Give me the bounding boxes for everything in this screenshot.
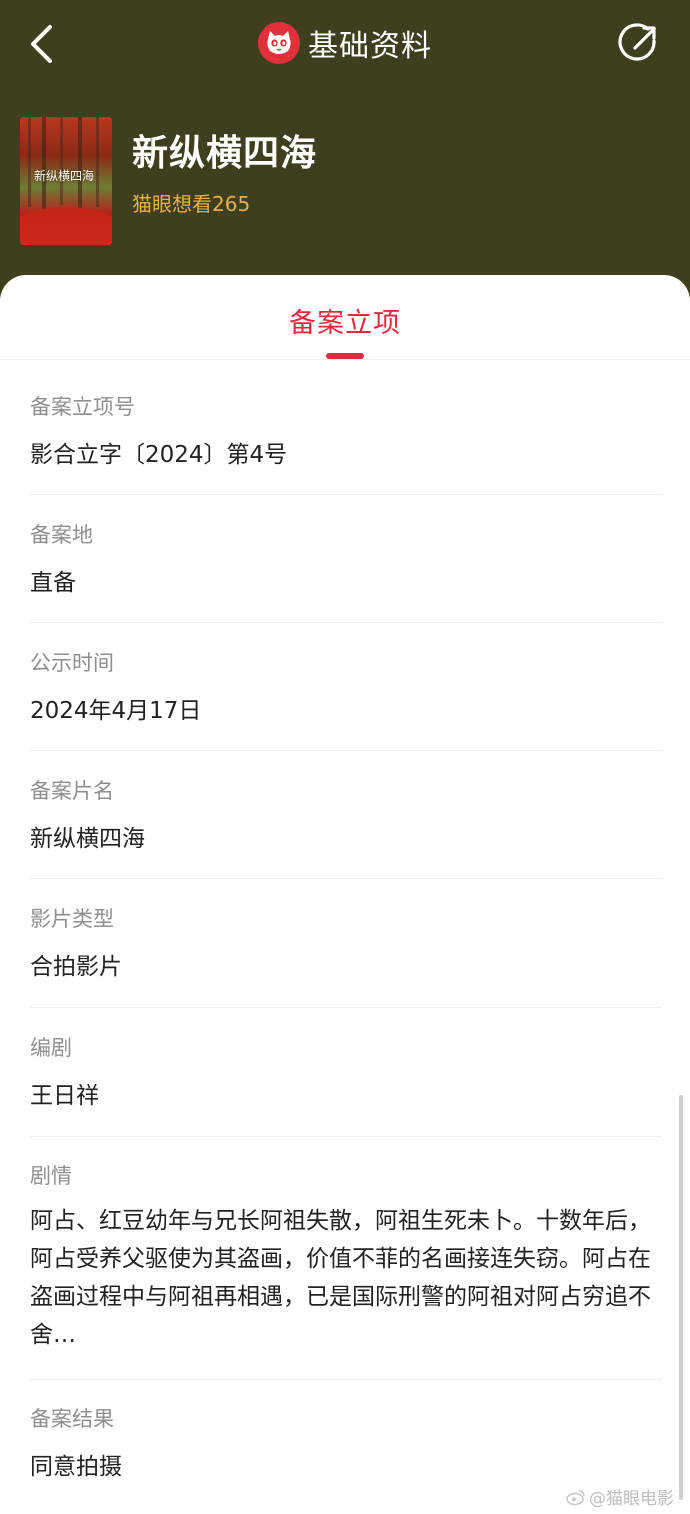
poster-title: 新纵横四海 bbox=[34, 169, 95, 183]
field-value: 王日祥 bbox=[30, 1083, 99, 1109]
page-title-group: 基础资料 bbox=[0, 20, 690, 66]
movie-name: 新纵横四海 bbox=[132, 133, 318, 174]
field-label: 备案片名 bbox=[30, 779, 114, 803]
divider bbox=[30, 1379, 662, 1380]
field-label: 备案地 bbox=[30, 523, 93, 547]
field-filing-place: 备案地 直备 bbox=[30, 519, 662, 597]
field-screenwriter: 编剧 王日祥 bbox=[30, 1032, 662, 1110]
field-filing-number: 备案立项号 影合立字〔2024〕第4号 bbox=[30, 391, 662, 469]
divider bbox=[30, 1007, 662, 1008]
field-publish-date: 公示时间 2024年4月17日 bbox=[30, 647, 662, 725]
movie-poster[interactable]: 新纵横四海 bbox=[20, 117, 112, 245]
weibo-icon bbox=[566, 1489, 585, 1505]
divider bbox=[30, 878, 662, 879]
maoyan-cat-logo-icon bbox=[258, 22, 300, 64]
divider bbox=[30, 494, 662, 495]
tab-divider bbox=[0, 359, 690, 360]
field-label: 影片类型 bbox=[30, 907, 114, 931]
field-filing-result: 备案结果 同意拍摄 bbox=[30, 1403, 662, 1481]
watermark: @猫眼电影 bbox=[566, 1484, 674, 1509]
page-title: 基础资料 bbox=[308, 29, 432, 64]
field-label: 公示时间 bbox=[30, 651, 114, 675]
field-value: 合拍影片 bbox=[30, 954, 122, 980]
field-filing-title: 备案片名 新纵横四海 bbox=[30, 775, 662, 853]
field-label: 备案立项号 bbox=[30, 395, 135, 419]
field-label: 编剧 bbox=[30, 1036, 72, 1060]
field-label: 备案结果 bbox=[30, 1407, 114, 1431]
field-film-type: 影片类型 合拍影片 bbox=[30, 903, 662, 981]
field-value: 阿占、红豆幼年与兄长阿祖失散，阿祖生死未卜。十数年后，阿占受养父驱使为其盗画，价… bbox=[30, 1208, 651, 1348]
want-count: 猫眼想看265 bbox=[132, 192, 251, 216]
scrollbar[interactable] bbox=[679, 1095, 683, 1500]
field-value: 同意拍摄 bbox=[30, 1454, 122, 1480]
divider bbox=[30, 1136, 662, 1137]
field-label: 剧情 bbox=[30, 1164, 72, 1188]
divider bbox=[30, 750, 662, 751]
field-value: 新纵横四海 bbox=[30, 826, 145, 852]
field-value: 2024年4月17日 bbox=[30, 698, 202, 724]
field-plot: 剧情 阿占、红豆幼年与兄长阿祖失散，阿祖生死未卜。十数年后，阿占受养父驱使为其盗… bbox=[30, 1160, 662, 1354]
share-icon bbox=[618, 23, 656, 61]
field-value: 影合立字〔2024〕第4号 bbox=[30, 442, 288, 468]
tab-filing[interactable]: 备案立项 bbox=[0, 301, 690, 340]
divider bbox=[30, 622, 662, 623]
watermark-text: @猫眼电影 bbox=[589, 1489, 674, 1509]
share-button[interactable] bbox=[616, 20, 662, 66]
top-bar: 基础资料 bbox=[0, 0, 690, 88]
field-value: 直备 bbox=[30, 570, 76, 596]
